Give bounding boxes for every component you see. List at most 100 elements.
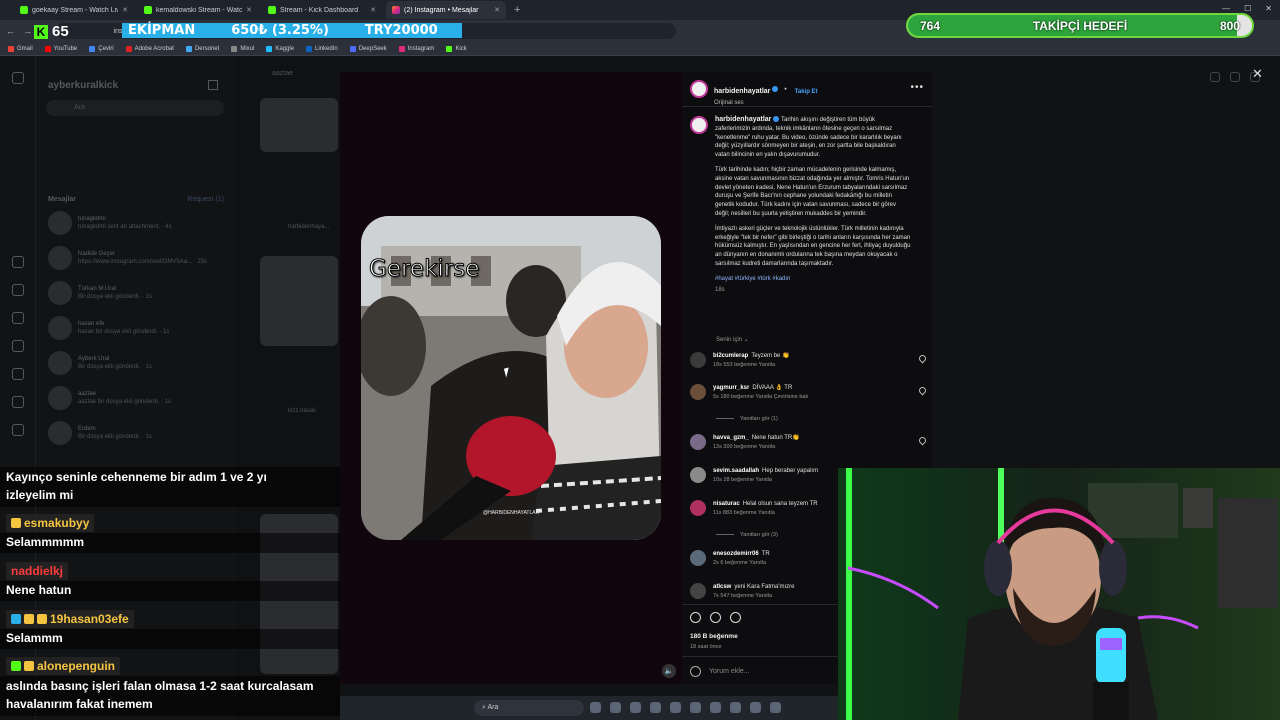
requests-link[interactable]: Request (1): [187, 196, 224, 203]
messages-icon[interactable]: [12, 312, 24, 324]
bookmark-favicon-icon: [231, 45, 238, 52]
close-window-button[interactable]: ✕: [1265, 4, 1272, 13]
message-thread[interactable]: aaztae aaztae bir dosya ekli gönderdi. · …: [48, 385, 228, 411]
youtube-icon[interactable]: [710, 702, 721, 713]
comment-sort-dropdown[interactable]: Senin için ⌄: [716, 336, 749, 343]
follow-button[interactable]: Takip Et: [795, 89, 818, 95]
commenter-avatar[interactable]: [690, 500, 706, 516]
maximize-button[interactable]: ☐: [1244, 4, 1251, 13]
bookmark-item[interactable]: DeepSeek: [349, 45, 387, 52]
file-explorer-icon[interactable]: [590, 702, 601, 713]
commenter-username[interactable]: nisaturac: [713, 501, 740, 507]
commenter-avatar[interactable]: [690, 550, 706, 566]
chrome-icon[interactable]: [690, 702, 701, 713]
search-icon[interactable]: [12, 340, 24, 352]
author-avatar[interactable]: [690, 116, 708, 134]
message-thread[interactable]: Erdem Bir dosya ekli gönderdi. · 1s: [48, 420, 228, 446]
bookmark-item[interactable]: LinkedIn: [306, 45, 338, 52]
video-call-icon[interactable]: [1230, 72, 1240, 82]
mute-toggle-button[interactable]: 🔈: [662, 664, 676, 678]
commenter-username[interactable]: sevim.saadallah: [713, 468, 759, 474]
commenter-avatar[interactable]: [690, 384, 706, 400]
close-tab-icon[interactable]: ✕: [370, 6, 376, 14]
taskbar-search[interactable]: ⌕ Ara: [474, 700, 584, 716]
shared-reel-thumbnail[interactable]: [260, 256, 338, 346]
commenter-username[interactable]: yagmurr_ksr: [713, 385, 749, 391]
message-thread[interactable]: hasan efe hasan bir dosya ekli gönderdi. …: [48, 315, 228, 341]
inbox-username[interactable]: ayberkuralkick: [48, 80, 118, 91]
bookmark-item[interactable]: Çeviri: [89, 45, 114, 52]
author-avatar[interactable]: [690, 80, 708, 98]
explore-icon[interactable]: [12, 368, 24, 380]
message-thread[interactable]: Türkan M.Ural Bir dosya ekli gönderdi. · …: [48, 280, 228, 306]
share-icon[interactable]: [730, 612, 741, 623]
commenter-avatar[interactable]: [690, 352, 706, 368]
bookmark-item[interactable]: Dersonet: [185, 45, 219, 52]
view-replies-link[interactable]: Yanıtları gör (3): [716, 532, 778, 538]
comment-input[interactable]: Yorum ekle...: [690, 666, 750, 677]
more-options-icon[interactable]: •••: [910, 82, 924, 93]
bookmark-item[interactable]: Mixul: [231, 45, 254, 52]
caption-hashtags[interactable]: #hayat #türkiye #türk #kadın: [715, 275, 911, 284]
commenter-username[interactable]: atlcsw: [713, 584, 731, 590]
bookmark-favicon-icon: [446, 45, 453, 52]
comment-meta[interactable]: 5s 180 beğenme Yanıtla Çevirisine bak: [713, 393, 912, 402]
comment-meta[interactable]: 18s 553 beğenme Yanıtla: [713, 361, 912, 370]
instagram-logo-icon[interactable]: [12, 72, 24, 84]
new-tab-button[interactable]: +: [514, 4, 520, 16]
new-message-icon[interactable]: [208, 80, 218, 90]
forward-button[interactable]: →: [23, 26, 32, 36]
comment-like-icon[interactable]: [917, 385, 928, 396]
bookmark-item[interactable]: YouTube: [44, 45, 77, 52]
home-icon[interactable]: [12, 256, 24, 268]
create-icon[interactable]: [12, 424, 24, 436]
edge-icon[interactable]: [610, 702, 621, 713]
commenter-username[interactable]: bi2cumlerap: [713, 353, 748, 359]
reel-video[interactable]: Gerekirse @HARBIDENHAYATLAR: [361, 216, 661, 540]
minimize-button[interactable]: —: [1222, 4, 1230, 13]
like-icon[interactable]: [690, 612, 701, 623]
emoji-icon[interactable]: [690, 666, 701, 677]
close-modal-icon[interactable]: ✕: [1252, 66, 1263, 82]
settings-icon[interactable]: [770, 702, 781, 713]
bookmark-item[interactable]: Instagram: [398, 45, 434, 52]
shared-reel-thumbnail[interactable]: [260, 98, 338, 152]
whatsapp-icon[interactable]: [730, 702, 741, 713]
store-icon[interactable]: [630, 702, 641, 713]
tab-goekaay[interactable]: goekaay Stream - Watch Live o ✕: [14, 1, 134, 19]
tab-instagram[interactable]: (2) Instagram • Mesajlar ✕: [386, 1, 506, 19]
caption-author[interactable]: harbidenhayatlar: [715, 116, 771, 123]
reels-icon[interactable]: [12, 284, 24, 296]
heart-icon[interactable]: [12, 396, 24, 408]
comment-icon[interactable]: [710, 612, 721, 623]
terminal-icon[interactable]: [670, 702, 681, 713]
comment-like-icon[interactable]: [917, 353, 928, 364]
close-tab-icon[interactable]: ✕: [494, 6, 500, 14]
commenter-avatar[interactable]: [690, 467, 706, 483]
tab-kick-dashboard[interactable]: Stream - Kick Dashboard ✕: [262, 1, 382, 19]
close-tab-icon[interactable]: ✕: [246, 6, 252, 14]
bookmark-item[interactable]: Kick: [446, 45, 467, 52]
inbox-search-input[interactable]: Ara: [46, 100, 224, 116]
comment-like-icon[interactable]: [917, 435, 928, 446]
discord-icon[interactable]: [750, 702, 761, 713]
message-thread[interactable]: Ayberk Ural Bir dosya ekli gönderdi. · 1s: [48, 350, 228, 376]
back-button[interactable]: ←: [6, 26, 15, 36]
commenter-avatar[interactable]: [690, 583, 706, 599]
comment-meta[interactable]: 13s 300 beğenme Yanıtla: [713, 443, 912, 452]
message-thread[interactable]: tunagkdmi tunagkdmi sent an attachment. ·…: [48, 210, 228, 236]
folder-icon[interactable]: [650, 702, 661, 713]
phone-icon[interactable]: [1210, 72, 1220, 82]
commenter-username[interactable]: enesozdemirr06: [713, 551, 759, 557]
close-tab-icon[interactable]: ✕: [122, 6, 128, 14]
bookmark-item[interactable]: Gmail: [8, 45, 33, 52]
view-replies-link[interactable]: Yanıtları gör (1): [716, 416, 778, 422]
bookmark-item[interactable]: Kaggle: [266, 45, 294, 52]
follower-goal-bar: 764 TAKİPÇİ HEDEFİ 800: [906, 13, 1254, 38]
commenter-username[interactable]: havva_gzm_: [713, 435, 749, 441]
commenter-avatar[interactable]: [690, 434, 706, 450]
message-thread[interactable]: Nadide Geçer https://www.instagram.com/re…: [48, 245, 228, 271]
author-username[interactable]: harbidenhayatlar: [714, 88, 770, 95]
tab-kemaldowski[interactable]: kemaldowski Stream - Watch Li✕: [138, 1, 258, 19]
bookmark-item[interactable]: Adobe Acrobat: [125, 45, 174, 52]
